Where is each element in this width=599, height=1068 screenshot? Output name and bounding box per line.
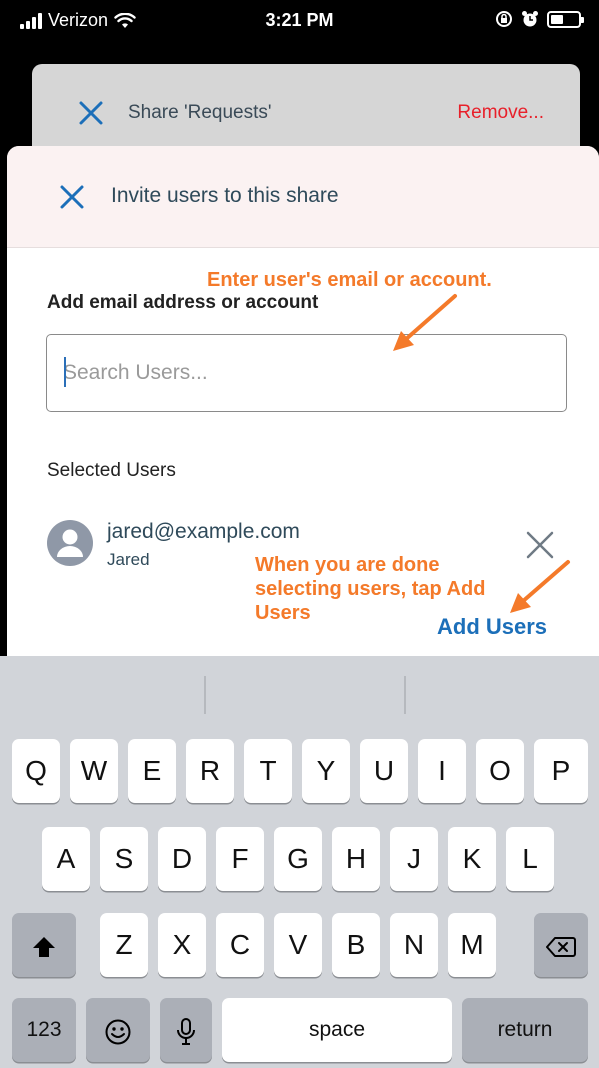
key-l[interactable]: L [506, 827, 554, 891]
search-input[interactable] [63, 357, 543, 389]
search-box[interactable] [46, 334, 567, 412]
key-n[interactable]: N [390, 913, 438, 977]
selected-users-label: Selected Users [47, 460, 176, 481]
alarm-icon [522, 11, 538, 27]
status-bar: Verizon 3:21 PM [0, 0, 599, 44]
key-v[interactable]: V [274, 913, 322, 977]
avatar [47, 520, 93, 566]
close-icon[interactable] [78, 100, 104, 126]
orientation-lock-icon [496, 11, 512, 27]
key-q[interactable]: Q [12, 739, 60, 803]
email-hint-annotation: Enter user's email or account. [207, 269, 492, 291]
key-u[interactable]: U [360, 739, 408, 803]
key-c[interactable]: C [216, 913, 264, 977]
backspace-icon [546, 936, 576, 957]
microphone-icon [177, 1017, 195, 1045]
key-a[interactable]: A [42, 827, 90, 891]
key-t[interactable]: T [244, 739, 292, 803]
key-h[interactable]: H [332, 827, 380, 891]
status-right [495, 10, 584, 28]
text-caret [64, 357, 66, 387]
dictation-key[interactable] [160, 998, 212, 1062]
suggestion-divider [404, 676, 406, 714]
return-key[interactable]: return [462, 998, 588, 1062]
suggestion-divider [204, 676, 206, 714]
key-j[interactable]: J [390, 827, 438, 891]
selected-user-email: jared@example.com [107, 520, 300, 543]
emoji-key[interactable] [86, 998, 150, 1062]
keyboard: Q W E R T Y U I O P A S D F G H J K L Z … [0, 656, 599, 1068]
remove-user-icon[interactable] [525, 530, 555, 560]
battery-icon [547, 10, 584, 28]
numbers-key[interactable]: 123 [12, 998, 76, 1062]
key-k[interactable]: K [448, 827, 496, 891]
remove-button[interactable]: Remove... [457, 102, 544, 124]
key-z[interactable]: Z [100, 913, 148, 977]
back-sheet-title: Share 'Requests' [128, 102, 272, 123]
backspace-key[interactable] [534, 913, 588, 977]
shift-icon [33, 936, 55, 957]
close-icon[interactable] [59, 184, 85, 210]
done-hint-annotation: When you are done selecting users, tap A… [255, 554, 486, 624]
key-y[interactable]: Y [302, 739, 350, 803]
key-s[interactable]: S [100, 827, 148, 891]
space-key[interactable]: space [222, 998, 452, 1062]
key-b[interactable]: B [332, 913, 380, 977]
key-w[interactable]: W [70, 739, 118, 803]
page-title: Invite users to this share [111, 184, 339, 207]
emoji-icon [105, 1019, 131, 1045]
key-e[interactable]: E [128, 739, 176, 803]
key-x[interactable]: X [158, 913, 206, 977]
key-p[interactable]: P [534, 739, 588, 803]
invite-header: Invite users to this share [7, 146, 599, 248]
search-field-label: Add email address or account [47, 292, 319, 313]
key-m[interactable]: M [448, 913, 496, 977]
selected-user-name: Jared [107, 550, 150, 569]
key-o[interactable]: O [476, 739, 524, 803]
key-i[interactable]: I [418, 739, 466, 803]
user-icon [57, 529, 83, 557]
key-f[interactable]: F [216, 827, 264, 891]
shift-key[interactable] [12, 913, 76, 977]
key-r[interactable]: R [186, 739, 234, 803]
key-g[interactable]: G [274, 827, 322, 891]
key-d[interactable]: D [158, 827, 206, 891]
